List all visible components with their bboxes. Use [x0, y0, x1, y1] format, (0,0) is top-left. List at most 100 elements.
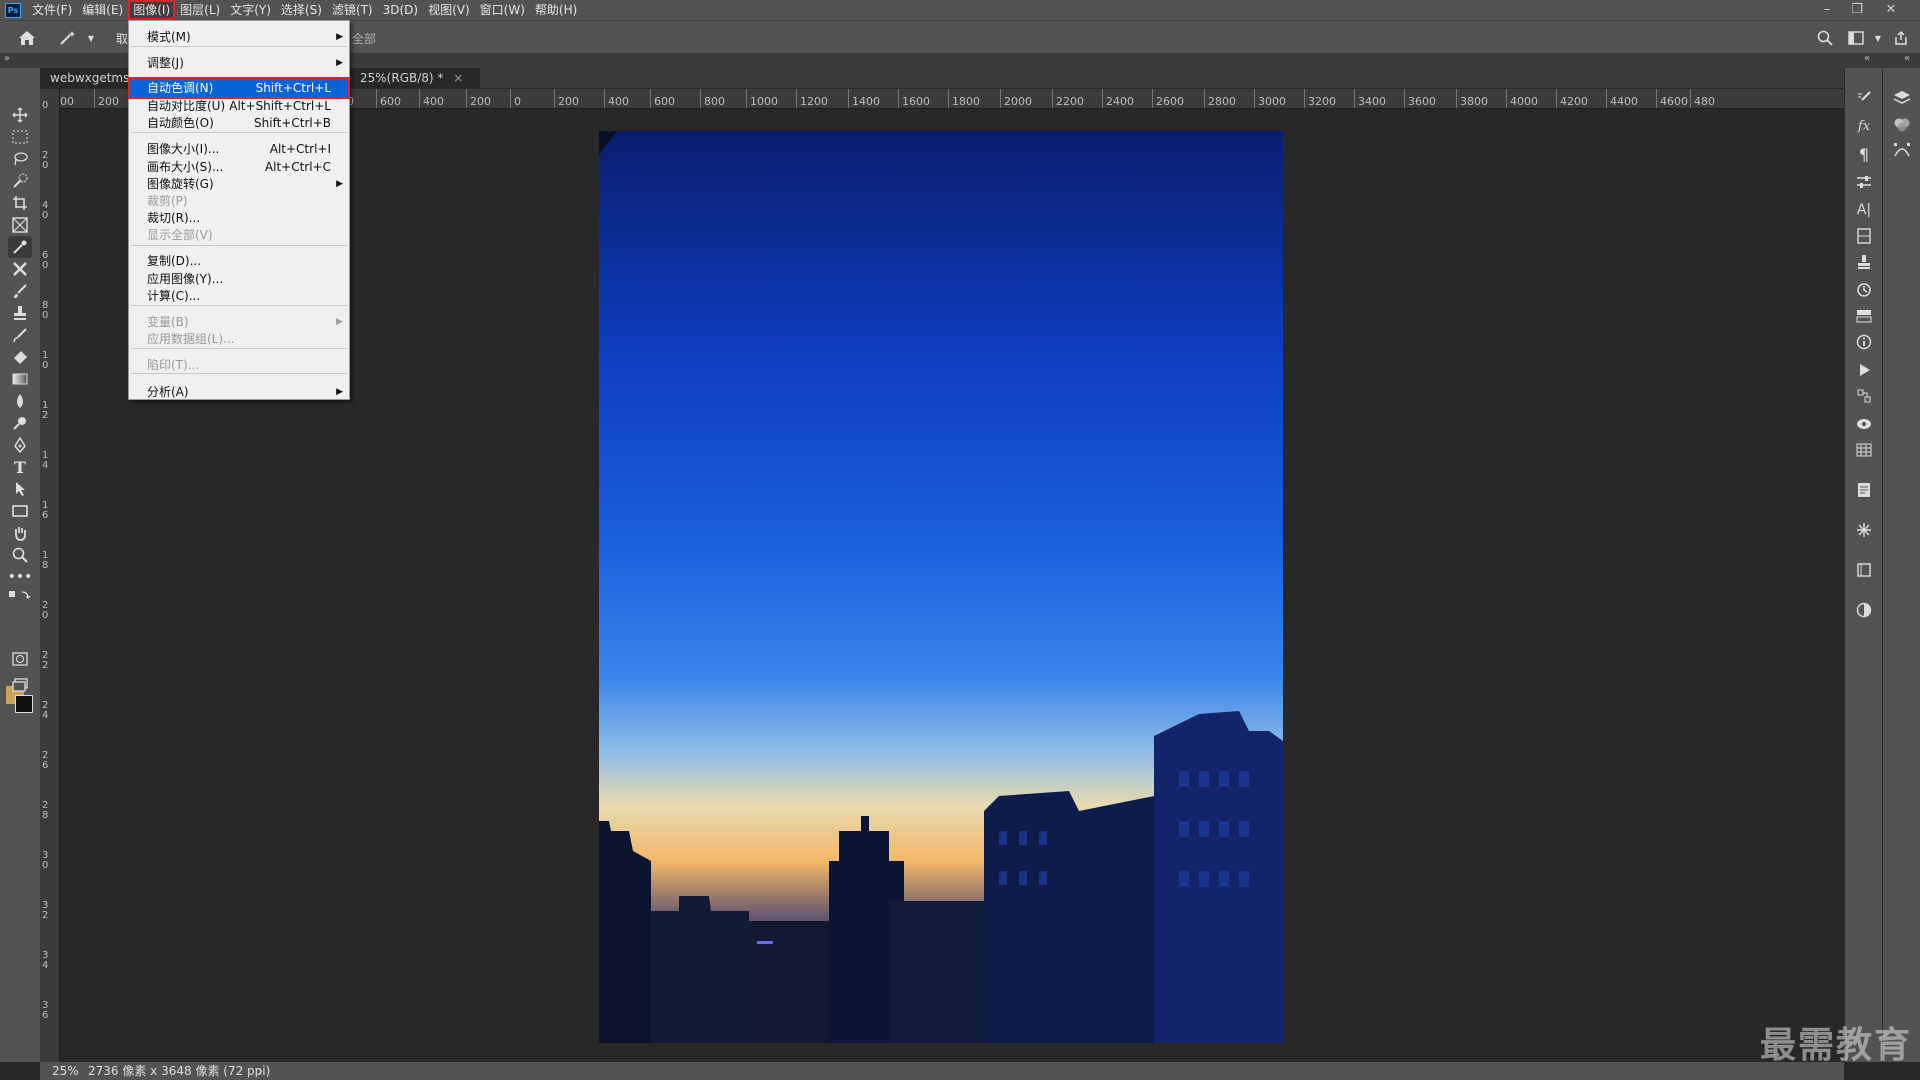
rectangle-tool-icon[interactable] [8, 500, 32, 522]
menu-layer[interactable]: 图层(L) [175, 0, 225, 20]
menu-edit[interactable]: 编辑(E) [77, 0, 128, 20]
submenu-arrow-icon: ▶ [336, 387, 343, 397]
brush-tool-icon[interactable] [8, 280, 32, 302]
ruler-tick-label: 200 [554, 89, 579, 108]
hand-tool-icon[interactable] [8, 522, 32, 544]
ruler-tick-label: 4200 [1556, 89, 1588, 108]
menu-type[interactable]: 文字(Y) [225, 0, 276, 20]
ruler-tick-label: 1 8 [42, 550, 49, 571]
status-menu-chevron-icon[interactable]: › [258, 1062, 263, 1080]
pen-tool-icon[interactable] [8, 434, 32, 456]
menu-item[interactable]: 分析(A) ▶ [129, 382, 349, 402]
menu-filter[interactable]: 滤镜(T) [327, 0, 378, 20]
menu-image[interactable]: 图像(I) [128, 0, 176, 20]
zoom-tool-icon[interactable] [8, 544, 32, 566]
menu-item[interactable]: 调整(J) ▶ [129, 53, 349, 73]
quick-selection-tool-icon[interactable] [8, 170, 32, 192]
menu-item[interactable]: 复制(D)... [129, 251, 349, 271]
timeline-icon[interactable] [1854, 386, 1874, 406]
close-button[interactable]: ✕ [1876, 0, 1906, 20]
menu-help[interactable]: 帮助(H) [530, 0, 582, 20]
history-brush-tool-icon[interactable] [8, 324, 32, 346]
workspace-icon[interactable] [1845, 27, 1867, 49]
dodge-tool-icon[interactable] [8, 412, 32, 434]
ruler-tick-label: 600 [650, 89, 675, 108]
ruler-tick-label: 8 0 [42, 300, 49, 321]
gradient-tool-icon[interactable] [8, 368, 32, 390]
collapse-panel-2-icon[interactable]: « [1904, 53, 1910, 64]
menu-item[interactable]: 图像大小(I)... Alt+Ctrl+I [129, 139, 349, 159]
search-icon[interactable] [1814, 27, 1836, 49]
workspace-chevron-icon[interactable]: ▼ [1867, 27, 1889, 49]
properties-icon[interactable] [1854, 306, 1874, 326]
menu-view[interactable]: 视图(V) [423, 0, 475, 20]
channels-icon[interactable] [1892, 114, 1912, 134]
paragraph-icon[interactable]: ¶ [1854, 144, 1874, 164]
healing-brush-tool-icon[interactable] [8, 258, 32, 280]
notes-icon[interactable] [1854, 480, 1874, 500]
menu-select[interactable]: 选择(S) [276, 0, 327, 20]
document-image[interactable] [599, 131, 1283, 1043]
type-tool-icon[interactable]: T [8, 456, 32, 478]
color-balance-icon[interactable] [1854, 600, 1874, 620]
paths-icon[interactable] [1892, 140, 1912, 160]
blur-tool-icon[interactable] [8, 390, 32, 412]
share-icon[interactable] [1890, 27, 1912, 49]
menu-item[interactable]: 模式(M) ▶ [129, 27, 349, 47]
swatches-grid-icon[interactable] [1854, 440, 1874, 460]
ruler-tick-label: 3 4 [42, 950, 49, 971]
menu-file[interactable]: 文件(F) [27, 0, 77, 20]
chevron-down-icon[interactable]: ▼ [80, 27, 102, 49]
history-icon[interactable] [1854, 280, 1874, 300]
marquee-tool-icon[interactable] [8, 126, 32, 148]
clone-source-icon[interactable] [1854, 252, 1874, 272]
adjustments-sliders-icon[interactable] [1854, 172, 1874, 192]
menu-item[interactable]: 计算(C)... [129, 286, 349, 306]
path-selection-tool-icon[interactable] [8, 478, 32, 500]
artboards-icon[interactable] [1854, 560, 1874, 580]
libraries-icon[interactable] [1854, 520, 1874, 540]
glyphs-icon[interactable] [1854, 226, 1874, 246]
move-tool-icon[interactable] [8, 104, 32, 126]
menu-item[interactable]: 自动颜色(O) Shift+Ctrl+B [129, 113, 349, 133]
document-tab-status[interactable]: 25%(RGB/8) * × [350, 68, 480, 89]
fx-styles-icon[interactable]: fx [1854, 116, 1874, 136]
actions-play-icon[interactable] [1854, 360, 1874, 380]
minimize-button[interactable]: – [1812, 0, 1842, 20]
menu-item[interactable]: 自动色调(N) Shift+Ctrl+L [128, 77, 350, 99]
frame-tool-icon[interactable] [8, 214, 32, 236]
background-color-swatch[interactable] [15, 695, 33, 713]
home-icon[interactable] [16, 27, 38, 49]
crop-tool-icon[interactable] [8, 192, 32, 214]
menu-bar: Ps 文件(F) 编辑(E) 图像(I) 图层(L) 文字(Y) 选择(S) 滤… [0, 0, 1920, 20]
document-tab-title: webwxgetms [50, 71, 130, 85]
ruler-tick-label: 200 [94, 89, 119, 108]
ruler-tick-label: 2 2 [42, 650, 49, 671]
lasso-tool-icon[interactable] [8, 148, 32, 170]
eyedropper-tool-icon[interactable] [8, 236, 32, 258]
collapse-panel-icon[interactable]: « [1864, 53, 1870, 64]
tab-close-icon[interactable]: × [453, 71, 463, 85]
menu-3d[interactable]: 3D(D) [378, 0, 423, 20]
3d-icon[interactable] [1854, 414, 1874, 434]
quick-mask-icon[interactable] [8, 648, 32, 670]
clone-stamp-tool-icon[interactable] [8, 302, 32, 324]
swap-colors-icon[interactable] [8, 588, 32, 602]
menu-window[interactable]: 窗口(W) [475, 0, 530, 20]
info-icon[interactable] [1854, 332, 1874, 352]
magic-wand-preset-icon[interactable] [58, 27, 80, 49]
ruler-tick-label: 2600 [1152, 89, 1184, 108]
menu-item-label: 陷印(T)... [147, 358, 200, 372]
zoom-level[interactable]: 25% [52, 1062, 79, 1080]
character-icon[interactable]: A| [1854, 200, 1874, 220]
eraser-tool-icon[interactable] [8, 346, 32, 368]
brush-settings-icon[interactable] [1854, 88, 1874, 108]
menu-item: 陷印(T)... [129, 355, 349, 375]
ruler-tick-label: 2800 [1204, 89, 1236, 108]
collapse-toolbar-icon[interactable]: » [4, 53, 10, 64]
vertical-ruler: 0 2 0 4 0 6 0 8 0 1 0 1 2 1 4 1 6 1 8 2 0 2 2 2 4 2 6… [40, 89, 60, 1080]
restore-button[interactable]: ❐ [1842, 0, 1872, 20]
layers-icon[interactable] [1892, 88, 1912, 108]
screen-mode-icon[interactable] [8, 674, 32, 696]
more-tools-icon[interactable]: ••• [8, 566, 33, 588]
